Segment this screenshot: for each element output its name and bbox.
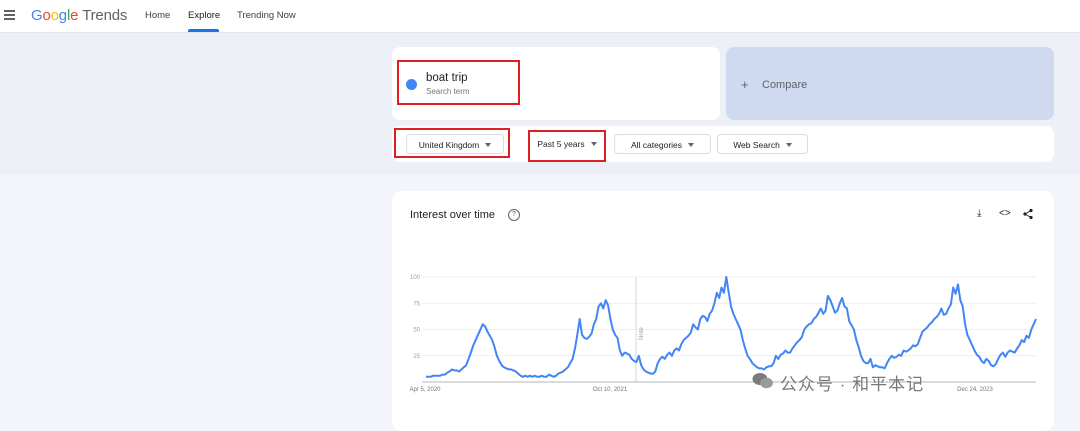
x-tick-label: Apr 5, 2020: [409, 387, 441, 393]
y-tick-label: 25: [413, 354, 420, 360]
y-tick-label: 50: [413, 328, 420, 334]
interest-chart: 100 75 50 25 Note Apr 5, 2020 Oct 10, 2021 De…: [409, 275, 1037, 393]
watermark-text: 公众号 · 和平本记: [780, 375, 925, 394]
note-label[interactable]: Note: [639, 327, 645, 340]
x-tick-label: Dec 24, 2023: [957, 387, 993, 393]
series-line-boat-trip[interactable]: [426, 276, 1037, 378]
y-tick-label: 75: [413, 301, 420, 307]
y-tick-label: 100: [410, 275, 421, 281]
wechat-icon: [752, 373, 773, 389]
x-tick-label: Oct 10, 2021: [593, 387, 628, 393]
